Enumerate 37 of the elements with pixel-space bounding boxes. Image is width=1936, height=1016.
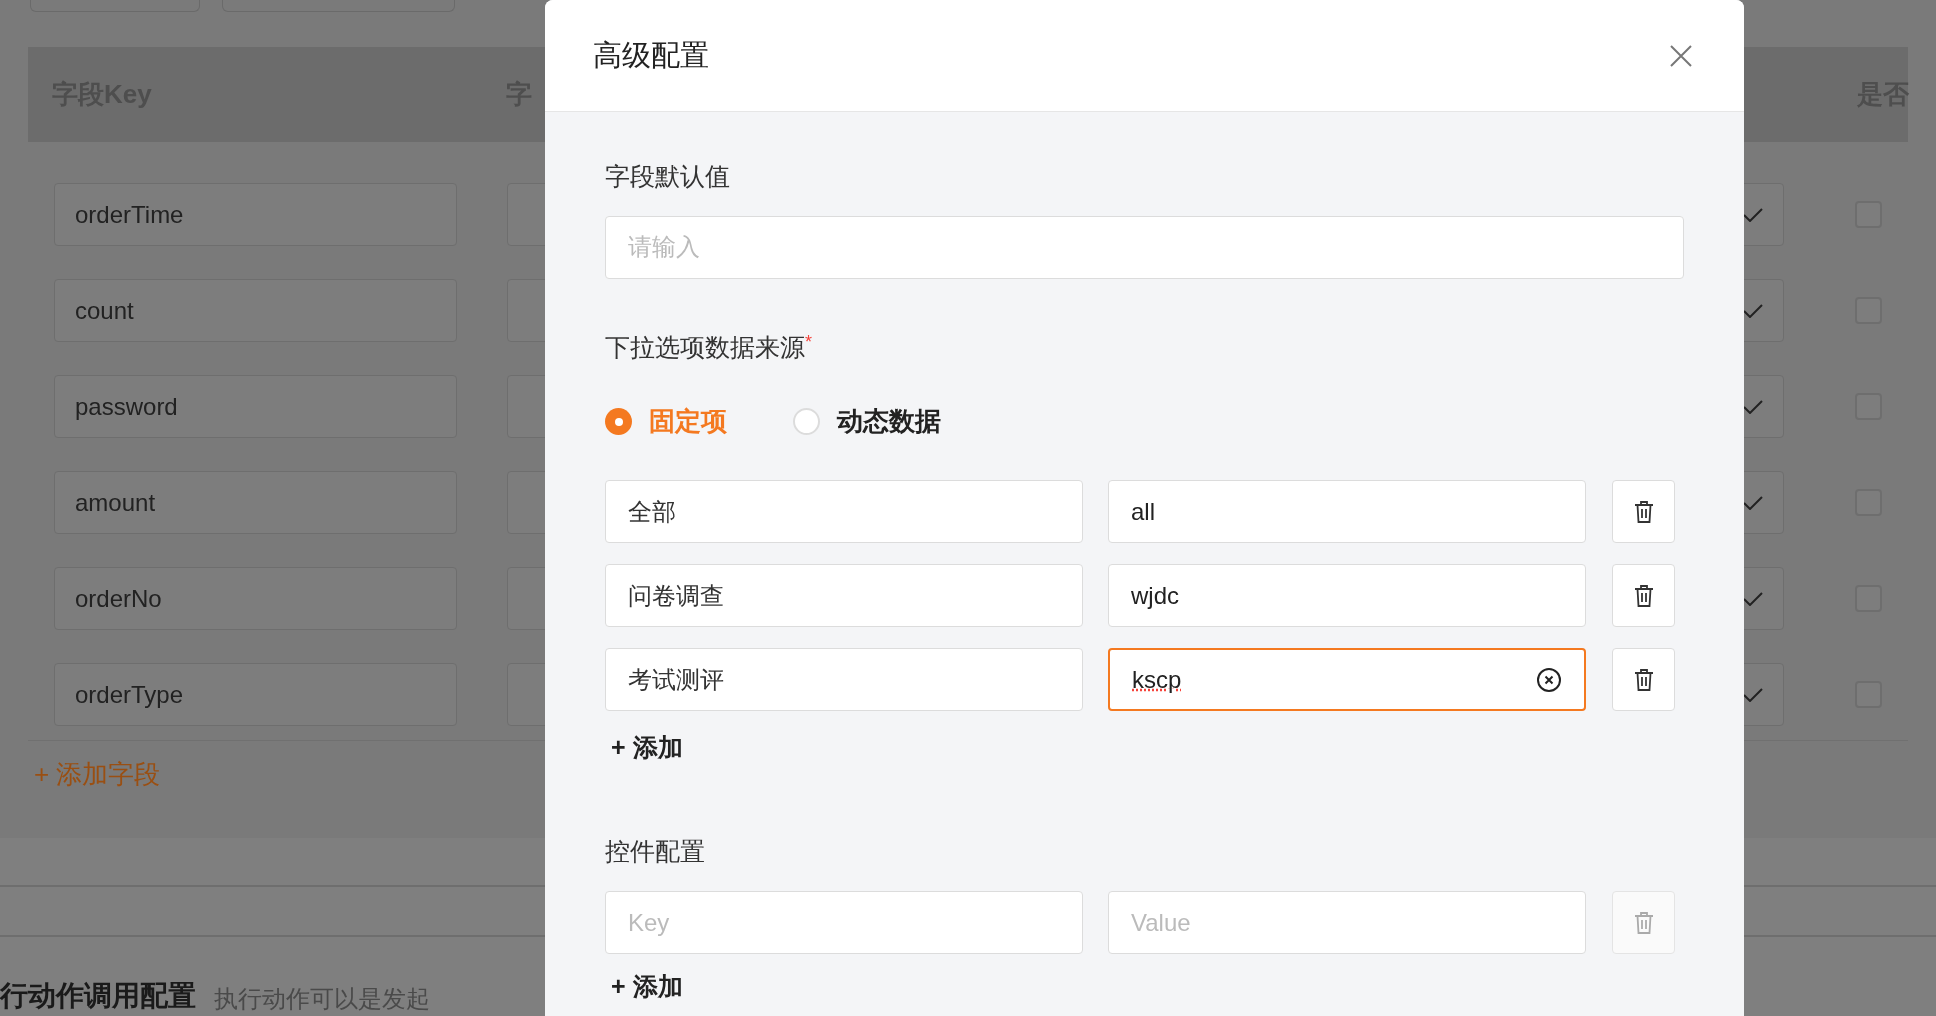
field-key-input[interactable]: count xyxy=(54,279,457,342)
field-label: 下拉选项数据来源* xyxy=(605,330,812,363)
option-value-field[interactable]: all xyxy=(1108,480,1586,543)
option-value-field[interactable]: kscp xyxy=(1108,648,1586,711)
default-value-field[interactable]: 请输入 xyxy=(605,215,1684,279)
add-option-link[interactable]: + 添加 xyxy=(605,729,683,767)
dialog-title: 高级配置 xyxy=(593,37,709,73)
delete-button[interactable] xyxy=(1612,564,1675,627)
check-icon xyxy=(1743,495,1763,510)
field-key-input[interactable]: orderTime xyxy=(54,183,457,246)
check-icon xyxy=(1743,207,1763,222)
close-icon xyxy=(1670,44,1692,67)
check-icon xyxy=(1743,591,1763,606)
trash-icon xyxy=(1632,583,1655,608)
trash-icon xyxy=(1632,499,1655,524)
delete-button[interactable] xyxy=(1612,648,1675,711)
option-value-field[interactable]: wjdc xyxy=(1108,564,1586,627)
field-label: 字段默认值 xyxy=(605,161,731,192)
trash-icon xyxy=(1632,667,1655,692)
field-key-input[interactable]: orderType xyxy=(54,663,457,726)
field-label: 控件配置 xyxy=(605,835,705,867)
check-icon xyxy=(1743,303,1763,318)
check-icon xyxy=(1743,399,1763,414)
field-key-input[interactable]: amount xyxy=(54,471,457,534)
radio-option[interactable]: 动态数据 xyxy=(793,402,941,441)
field-key-input[interactable]: orderNo xyxy=(54,567,457,630)
section-title: 行动作调用配置 xyxy=(0,979,196,1013)
trash-icon xyxy=(1632,910,1655,935)
option-label-field[interactable]: 问卷调查 xyxy=(605,564,1083,627)
required-mark: * xyxy=(805,331,812,352)
field-key-input[interactable]: password xyxy=(54,375,457,438)
clear-icon[interactable] xyxy=(1536,666,1562,693)
check-icon xyxy=(1743,687,1763,702)
add-config-link[interactable]: + 添加 xyxy=(605,968,683,1006)
option-label-field[interactable]: 全部 xyxy=(605,480,1083,543)
option-label-field[interactable]: 考试测评 xyxy=(605,648,1083,711)
delete-button[interactable] xyxy=(1612,480,1675,543)
